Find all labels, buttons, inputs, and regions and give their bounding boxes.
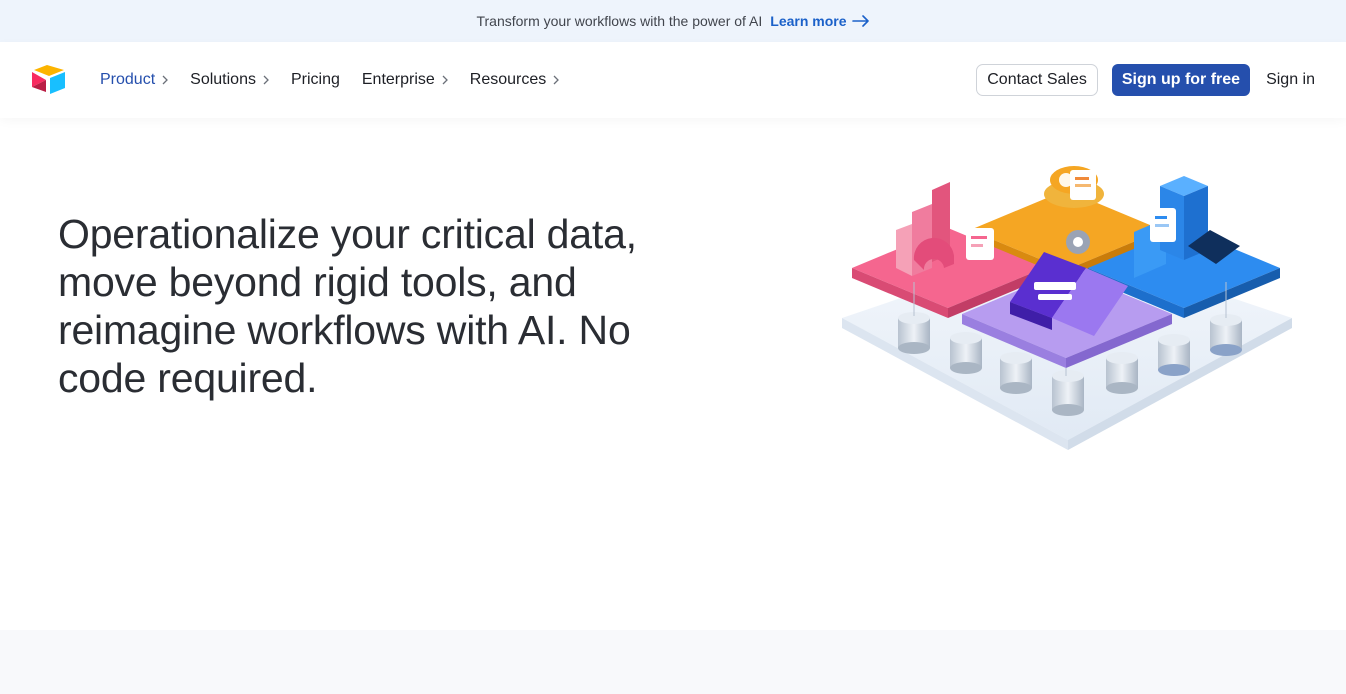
chevron-right-icon xyxy=(553,75,560,85)
next-section-band xyxy=(0,630,1346,694)
airtable-logo[interactable] xyxy=(31,64,67,96)
nav-item-label: Resources xyxy=(469,71,547,88)
announcement-banner: Transform your workflows with the power … xyxy=(0,0,1346,42)
learn-more-label: Learn more xyxy=(770,13,847,29)
nav-actions: Contact Sales Sign up for free Sign in xyxy=(976,42,1315,118)
main-navigation: Product Solutions Pricing Enterprise Res… xyxy=(0,42,1346,118)
signin-link[interactable]: Sign in xyxy=(1266,71,1315,89)
nav-item-enterprise[interactable]: Enterprise xyxy=(362,71,448,89)
announcement-text: Transform your workflows with the power … xyxy=(476,13,763,29)
nav-menu: Product Solutions Pricing Enterprise Res… xyxy=(100,42,581,118)
isometric-data-platform-illustration xyxy=(842,166,1292,450)
nav-item-resources[interactable]: Resources xyxy=(469,71,560,89)
nav-item-product[interactable]: Product xyxy=(100,71,169,89)
nav-item-label: Enterprise xyxy=(361,71,435,88)
chevron-right-icon xyxy=(263,75,269,85)
signup-button[interactable]: Sign up for free xyxy=(1111,64,1251,96)
nav-item-label: Pricing xyxy=(290,71,340,88)
hero-title: Operationalize your critical data, move … xyxy=(58,211,637,401)
nav-item-solutions[interactable]: Solutions xyxy=(190,71,269,89)
chevron-right-icon xyxy=(162,75,169,85)
arrow-right-icon xyxy=(851,15,869,27)
nav-item-label: Solutions xyxy=(190,71,256,88)
learn-more-link[interactable]: Learn more xyxy=(770,13,869,29)
nav-item-pricing[interactable]: Pricing xyxy=(291,71,340,89)
chevron-right-icon xyxy=(442,75,448,85)
contact-sales-button[interactable]: Contact Sales xyxy=(976,64,1098,96)
nav-item-label: Product xyxy=(100,71,156,88)
